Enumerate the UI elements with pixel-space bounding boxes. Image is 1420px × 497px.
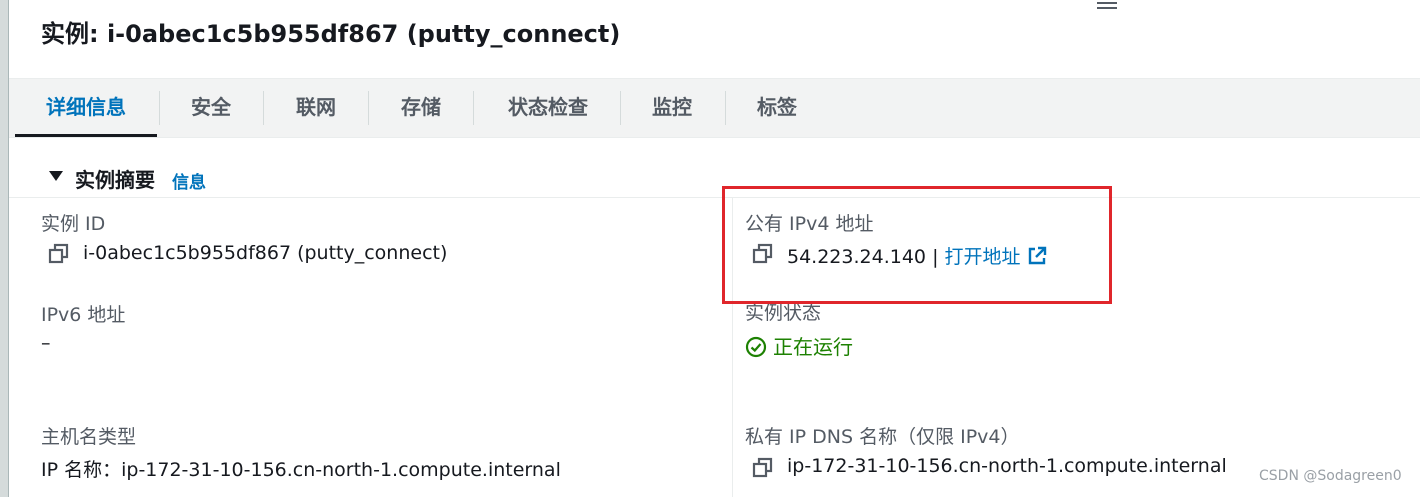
check-circle-icon (745, 336, 767, 358)
hostname-type-value: IP 名称：ip-172-31-10-156.cn-north-1.comput… (41, 459, 561, 481)
tab-security[interactable]: 安全 (165, 79, 257, 137)
instance-state-value: 正在运行 (773, 335, 853, 359)
instance-id-value: i-0abec1c5b955df867 (putty_connect) (83, 242, 448, 264)
instance-id-label: 实例 ID (41, 213, 106, 235)
tab-separator (473, 91, 474, 125)
open-address-link[interactable]: 打开地址 (945, 246, 1021, 268)
copy-icon[interactable] (48, 243, 70, 265)
hostname-type-label: 主机名类型 (41, 426, 137, 448)
instance-header: 实例: i-0abec1c5b955df867 (putty_connect) (9, 0, 1420, 78)
summary-header: 实例摘要 信息 (9, 138, 1420, 198)
tab-separator (620, 91, 621, 125)
public-ipv4-value: 54.223.24.140 (787, 246, 927, 268)
watermark: CSDN @Sodagreen0 (1259, 468, 1402, 484)
ipv6-label: IPv6 地址 (41, 304, 126, 326)
instance-state-status: 正在运行 (745, 331, 853, 360)
tab-bar: 详细信息 安全 联网 存储 状态检查 监控 标签 (9, 78, 1420, 138)
tab-separator (368, 91, 369, 125)
value-separator: | (932, 246, 939, 268)
external-link-icon[interactable] (1027, 246, 1047, 266)
caret-down-icon[interactable] (49, 171, 63, 181)
summary-title[interactable]: 实例摘要 (75, 164, 155, 193)
instance-state-label: 实例状态 (745, 302, 822, 324)
tab-storage[interactable]: 存储 (374, 79, 468, 137)
private-dns-label: 私有 IP DNS 名称（仅限 IPv4） (745, 426, 1020, 448)
menu-icon[interactable] (1097, 2, 1117, 16)
tab-separator (159, 91, 160, 125)
tab-tags[interactable]: 标签 (731, 79, 823, 137)
info-link[interactable]: 信息 (172, 168, 206, 193)
tab-separator (263, 91, 264, 125)
tab-separator (725, 91, 726, 125)
left-scroll-track (0, 0, 8, 497)
page-title: 实例: i-0abec1c5b955df867 (putty_connect) (41, 20, 621, 48)
copy-icon[interactable] (752, 243, 774, 265)
tab-monitoring[interactable]: 监控 (626, 79, 718, 137)
details-panel: 实例摘要 信息 实例 ID i-0abec1c5b955df867 (putty… (9, 138, 1420, 497)
tab-status-checks[interactable]: 状态检查 (479, 79, 617, 137)
column-divider (732, 198, 733, 497)
tab-networking[interactable]: 联网 (269, 79, 363, 137)
public-ipv4-label: 公有 IPv4 地址 (745, 213, 874, 235)
ipv6-value: – (41, 332, 51, 354)
copy-icon[interactable] (752, 457, 774, 479)
public-ipv4-value-row: 54.223.24.140 | 打开地址 (787, 242, 1047, 269)
private-dns-value: ip-172-31-10-156.cn-north-1.compute.inte… (787, 455, 1227, 477)
tab-details[interactable]: 详细信息 (15, 79, 157, 137)
